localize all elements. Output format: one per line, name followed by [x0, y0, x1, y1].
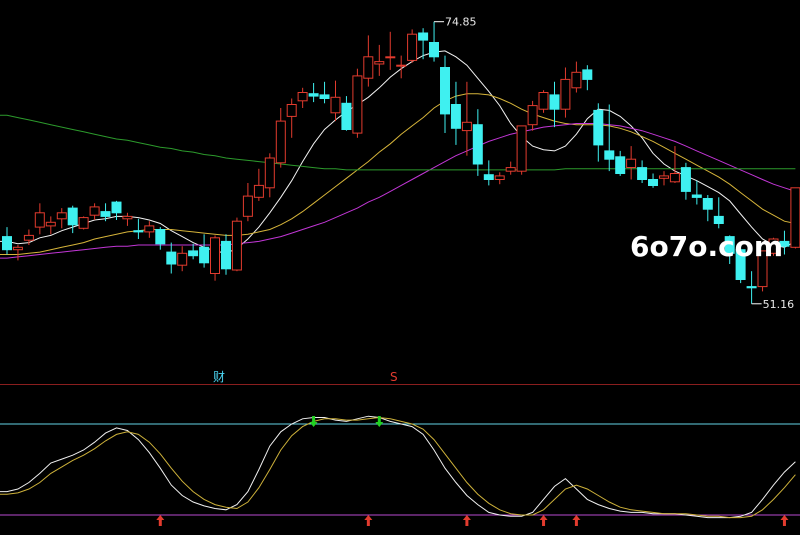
candle-body-down [637, 167, 648, 181]
candle [516, 125, 527, 175]
s-marker: S [390, 370, 398, 384]
candle-body-up [374, 61, 385, 65]
candle-body-up [571, 71, 582, 89]
low-price-label: 51.16 [763, 298, 795, 311]
candle-body-up [560, 78, 571, 110]
candle-body-down [188, 250, 199, 257]
candle-body-up [494, 175, 505, 180]
candle-body-up [396, 64, 407, 67]
candle-body-up [330, 96, 341, 114]
candle-body-up [527, 105, 538, 126]
candle [78, 216, 89, 230]
candle-body-down [166, 251, 177, 265]
watermark-text: 6o7o.com [630, 230, 783, 263]
candle [231, 217, 242, 272]
candle-body-down [450, 104, 461, 129]
candle-body-down [341, 102, 352, 131]
candle-body-down [582, 69, 593, 80]
candle-body-down [472, 124, 483, 165]
candle-body-up [144, 225, 155, 233]
candle-body-up [659, 175, 669, 179]
candle-body-down [746, 286, 757, 289]
candle [210, 235, 220, 281]
candle-body-up [297, 92, 308, 102]
candle-body-down [713, 215, 724, 224]
candle-body-down [604, 150, 615, 160]
candle-body-down [100, 211, 111, 217]
candle-body-up [23, 234, 34, 241]
candle-body-up [210, 237, 220, 275]
candle-body-up [264, 157, 275, 189]
candle-body-down [483, 174, 494, 180]
cai-marker: 财 [213, 370, 225, 384]
candle-body-down [199, 246, 210, 264]
candle-body-down [2, 236, 12, 251]
candle [790, 187, 800, 249]
candle-body-up [177, 252, 188, 266]
candle-body-up [12, 246, 23, 251]
candle-body-down [615, 156, 626, 175]
candle-body-up [626, 158, 637, 168]
candle-body-down [429, 42, 439, 58]
chart-canvas: 74.85 51.16 6o7o.com 财 S [0, 0, 800, 535]
candle-body-down [319, 94, 330, 100]
candle-body-up [407, 33, 418, 61]
candle-body-down [418, 32, 429, 41]
stock-chart: 74.85 51.16 6o7o.com 财 S [0, 0, 800, 535]
candle-body-up [505, 167, 516, 172]
candle-body-down [221, 240, 231, 270]
candle-body-up [669, 173, 680, 183]
candle-body-down [67, 207, 78, 226]
candle-body-up [45, 221, 56, 227]
candle-body-up [790, 187, 800, 248]
candle-body-down [440, 67, 450, 115]
candle-body-up [385, 56, 396, 59]
high-price-label: 74.85 [445, 16, 477, 29]
candle-body-down [155, 229, 166, 245]
candle-body-up [242, 195, 253, 217]
candle-body-up [231, 220, 242, 271]
candle-body-up [34, 212, 45, 228]
candle-body-down [593, 109, 604, 146]
candle-body-up [516, 125, 527, 172]
candle-body-down [680, 167, 691, 192]
candle-body-up [253, 184, 264, 198]
candle-body-down [308, 93, 319, 97]
candle-body-down [648, 179, 658, 186]
candle [352, 68, 363, 138]
candle-body-up [78, 217, 89, 229]
candle-body-up [89, 206, 100, 216]
candle-body-down [133, 230, 144, 233]
candle [407, 29, 418, 63]
candle-body-up [122, 215, 133, 220]
candle-body-up [286, 104, 297, 117]
chart-background [0, 0, 800, 535]
candle-body-up [275, 120, 286, 164]
candle-body-up [56, 212, 67, 220]
candle-body-up [461, 121, 472, 132]
candle-body-up [363, 56, 374, 79]
candle-body-down [111, 201, 122, 214]
candle-body-up [538, 92, 549, 110]
candle-body-down [691, 194, 702, 198]
candle-body-down [549, 94, 560, 110]
candle-body-up [352, 75, 363, 134]
candle [538, 90, 549, 113]
candle-body-down [702, 198, 713, 210]
